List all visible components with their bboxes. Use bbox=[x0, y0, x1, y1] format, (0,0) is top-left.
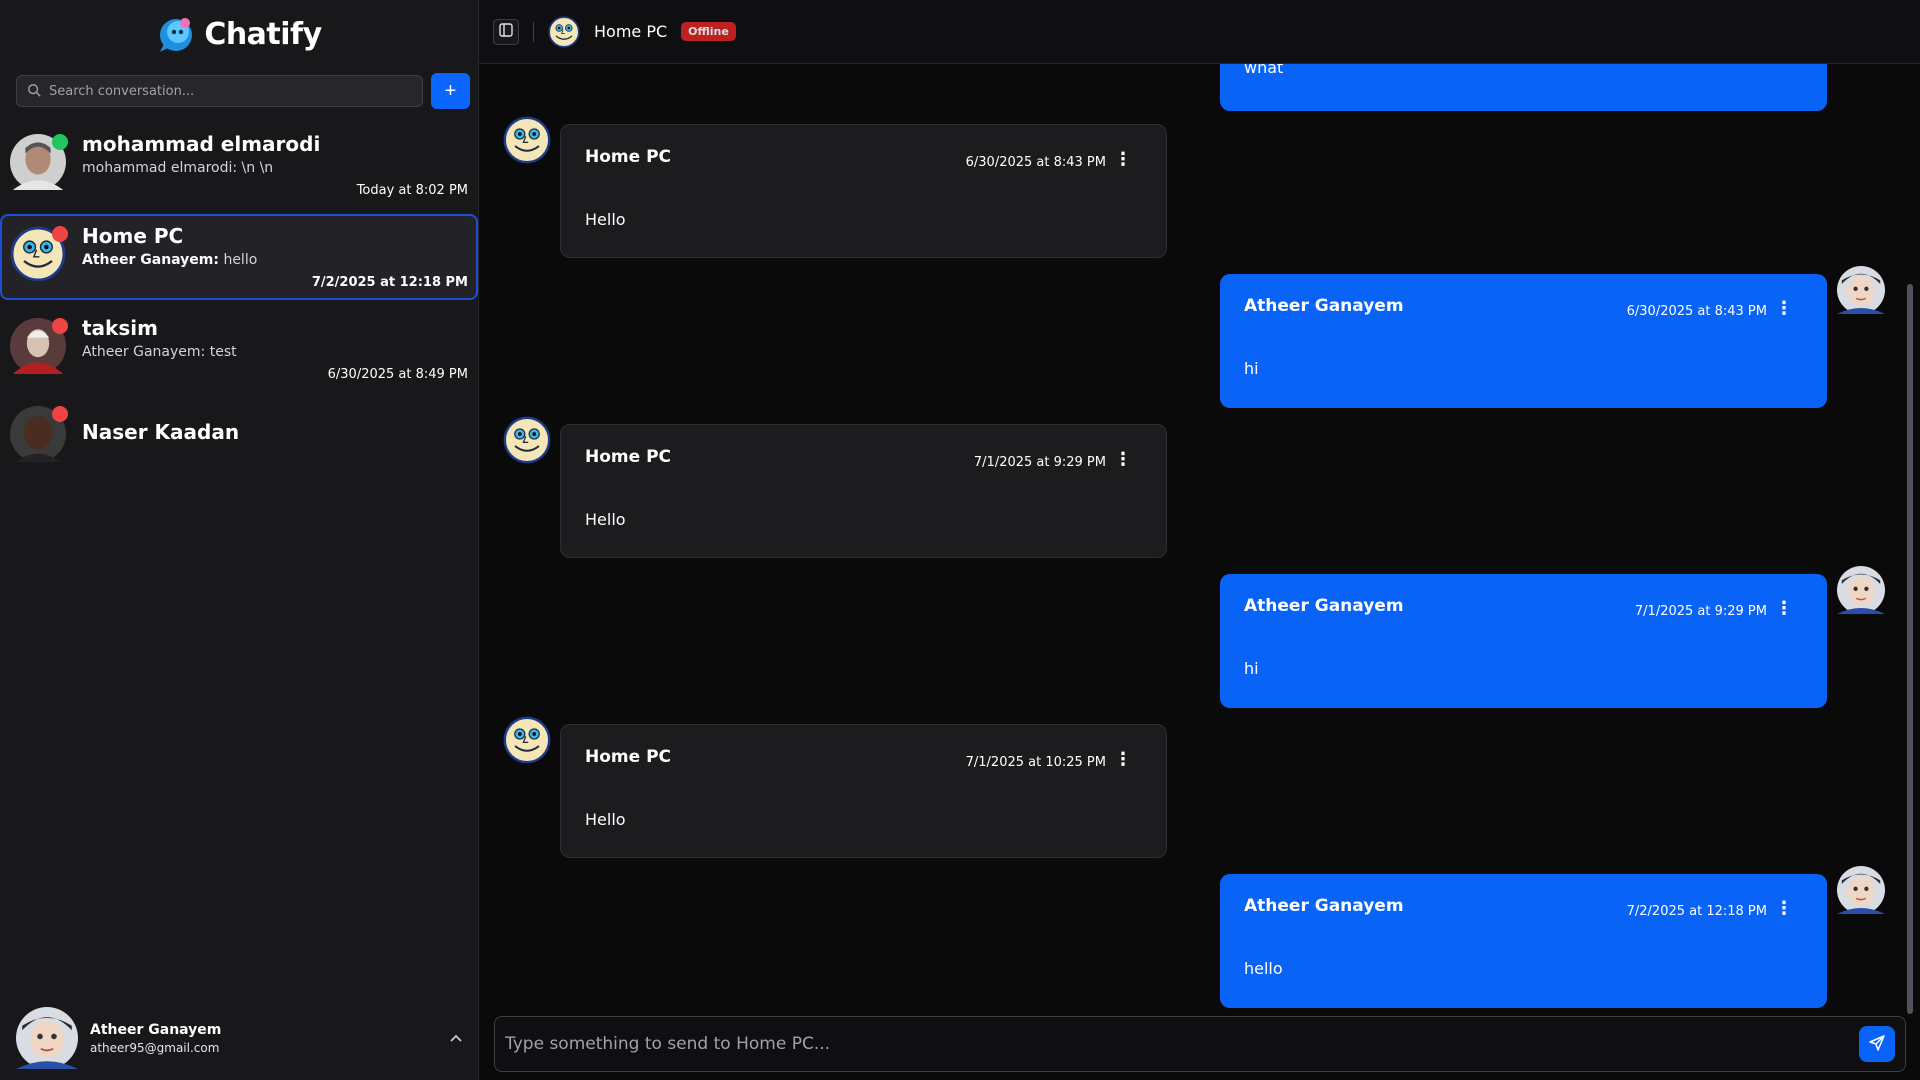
message-bubble-outgoing: Atheer Ganayem 7/2/2025 at 12:18 PM ⋮ he… bbox=[1220, 874, 1827, 1008]
offline-status-dot bbox=[52, 226, 68, 242]
message-bubble-outgoing: what bbox=[1220, 64, 1827, 111]
more-options-icon[interactable]: ⋮ bbox=[1114, 151, 1132, 169]
conversation-name: mohammad elmarodi bbox=[82, 132, 321, 156]
sender-avatar bbox=[1837, 266, 1885, 314]
sender-avatar bbox=[1837, 566, 1885, 614]
toggle-sidebar-button[interactable] bbox=[493, 18, 519, 45]
conversation-time: 7/2/2025 at 12:18 PM bbox=[311, 275, 468, 290]
conversation-item[interactable]: Naser Kaadan bbox=[0, 398, 478, 468]
chat-title: Home PC bbox=[594, 22, 668, 41]
message-time: 7/1/2025 at 9:29 PM bbox=[1634, 604, 1767, 619]
header-divider bbox=[533, 21, 534, 42]
message-text: Hello bbox=[585, 210, 626, 229]
more-options-icon[interactable]: ⋮ bbox=[1775, 600, 1793, 618]
search-input[interactable] bbox=[49, 83, 412, 99]
message-text: hi bbox=[1244, 659, 1259, 678]
preview-sender: mohammad elmarodi: bbox=[82, 160, 238, 176]
message-text: Hello bbox=[585, 810, 626, 829]
preview-text: test bbox=[205, 344, 237, 360]
new-conversation-button[interactable]: + bbox=[431, 73, 470, 109]
message-input[interactable] bbox=[505, 1034, 1859, 1054]
conversation-name: Naser Kaadan bbox=[82, 420, 240, 444]
message-text: hello bbox=[1244, 959, 1283, 978]
conversation-preview: mohammad elmarodi: \n \n bbox=[82, 160, 468, 176]
more-options-icon[interactable]: ⋮ bbox=[1775, 900, 1793, 918]
message-bubble-outgoing: Atheer Ganayem 6/30/2025 at 8:43 PM ⋮ hi bbox=[1220, 274, 1827, 408]
send-button[interactable] bbox=[1859, 1026, 1895, 1062]
message-bubble-incoming: Home PC 7/1/2025 at 10:25 PM ⋮ Hello bbox=[560, 724, 1167, 858]
message-bubble-incoming: Home PC 6/30/2025 at 8:43 PM ⋮ Hello bbox=[560, 124, 1167, 258]
avatar bbox=[10, 406, 68, 462]
conversation-name: Home PC bbox=[82, 224, 184, 248]
search-icon bbox=[27, 82, 41, 101]
preview-sender: Atheer Ganayem: bbox=[82, 252, 219, 268]
chat-panel: Home PC Offline what Home PC 6/30/2025 a… bbox=[479, 0, 1920, 1080]
current-user-name: Atheer Ganayem bbox=[90, 1021, 222, 1038]
more-options-icon[interactable]: ⋮ bbox=[1114, 751, 1132, 769]
message-time: 7/1/2025 at 9:29 PM bbox=[973, 455, 1106, 470]
scrollbar-thumb[interactable] bbox=[1907, 284, 1913, 1014]
online-status-dot bbox=[52, 134, 68, 150]
message-time: 6/30/2025 at 8:43 PM bbox=[1626, 304, 1767, 319]
chevron-up-icon[interactable] bbox=[450, 1030, 462, 1046]
conversation-preview: Atheer Ganayem: test bbox=[82, 344, 468, 360]
status-badge: Offline bbox=[681, 22, 736, 41]
sidebar: Chatify + mohammad elmarodi mohammad elm… bbox=[0, 0, 479, 1080]
current-user-panel[interactable]: Atheer Ganayem atheer95@gmail.com bbox=[0, 996, 478, 1080]
brand: Chatify bbox=[0, 0, 478, 68]
message-time: 7/2/2025 at 12:18 PM bbox=[1626, 904, 1767, 919]
message-list[interactable]: what Home PC 6/30/2025 at 8:43 PM ⋮ Hell… bbox=[479, 64, 1920, 1080]
conversation-item[interactable]: taksim Atheer Ganayem: test 6/30/2025 at… bbox=[0, 306, 478, 392]
conversation-item-active[interactable]: Home PC Atheer Ganayem: hello 7/2/2025 a… bbox=[0, 214, 478, 300]
more-options-icon[interactable]: ⋮ bbox=[1775, 300, 1793, 318]
offline-status-dot bbox=[52, 406, 68, 422]
preview-sender: Atheer Ganayem: bbox=[82, 344, 206, 360]
message-text: hi bbox=[1244, 359, 1259, 378]
current-user-avatar bbox=[16, 1007, 78, 1069]
search-box[interactable] bbox=[16, 75, 423, 107]
message-scrollbar[interactable] bbox=[1906, 74, 1914, 1014]
send-icon bbox=[1869, 1034, 1885, 1054]
conversation-preview: Atheer Ganayem: hello bbox=[82, 252, 468, 268]
more-options-icon[interactable]: ⋮ bbox=[1114, 451, 1132, 469]
preview-text: \n \n bbox=[237, 160, 274, 176]
message-bubble-incoming: Home PC 7/1/2025 at 9:29 PM ⋮ Hello bbox=[560, 424, 1167, 558]
conversation-name: taksim bbox=[82, 316, 158, 340]
sender-avatar bbox=[503, 116, 551, 164]
message-time: 7/1/2025 at 10:25 PM bbox=[965, 755, 1106, 770]
avatar bbox=[10, 134, 68, 190]
message-text: what bbox=[1244, 64, 1284, 77]
chat-avatar bbox=[548, 16, 580, 48]
avatar bbox=[10, 318, 68, 374]
preview-text: hello bbox=[219, 252, 258, 268]
chat-header: Home PC Offline bbox=[479, 0, 1920, 64]
message-composer bbox=[494, 1016, 1906, 1072]
search-row: + bbox=[0, 68, 478, 110]
conversation-list: mohammad elmarodi mohammad elmarodi: \n … bbox=[0, 122, 478, 468]
message-text: Hello bbox=[585, 510, 626, 529]
sender-avatar bbox=[503, 416, 551, 464]
sidebar-toggle-icon bbox=[499, 22, 513, 41]
conversation-item[interactable]: mohammad elmarodi mohammad elmarodi: \n … bbox=[0, 122, 478, 208]
conversation-time: 6/30/2025 at 8:49 PM bbox=[327, 367, 468, 382]
brand-name: Chatify bbox=[204, 16, 322, 52]
message-bubble-outgoing: Atheer Ganayem 7/1/2025 at 9:29 PM ⋮ hi bbox=[1220, 574, 1827, 708]
message-time: 6/30/2025 at 8:43 PM bbox=[965, 155, 1106, 170]
offline-status-dot bbox=[52, 318, 68, 334]
conversation-time: Today at 8:02 PM bbox=[356, 183, 468, 198]
current-user-email: atheer95@gmail.com bbox=[90, 1040, 220, 1055]
sender-avatar bbox=[503, 716, 551, 764]
sender-avatar bbox=[1837, 866, 1885, 914]
chatify-logo-icon bbox=[156, 14, 196, 54]
app-root: Chatify + mohammad elmarodi mohammad elm… bbox=[0, 0, 1920, 1080]
avatar bbox=[10, 226, 68, 282]
